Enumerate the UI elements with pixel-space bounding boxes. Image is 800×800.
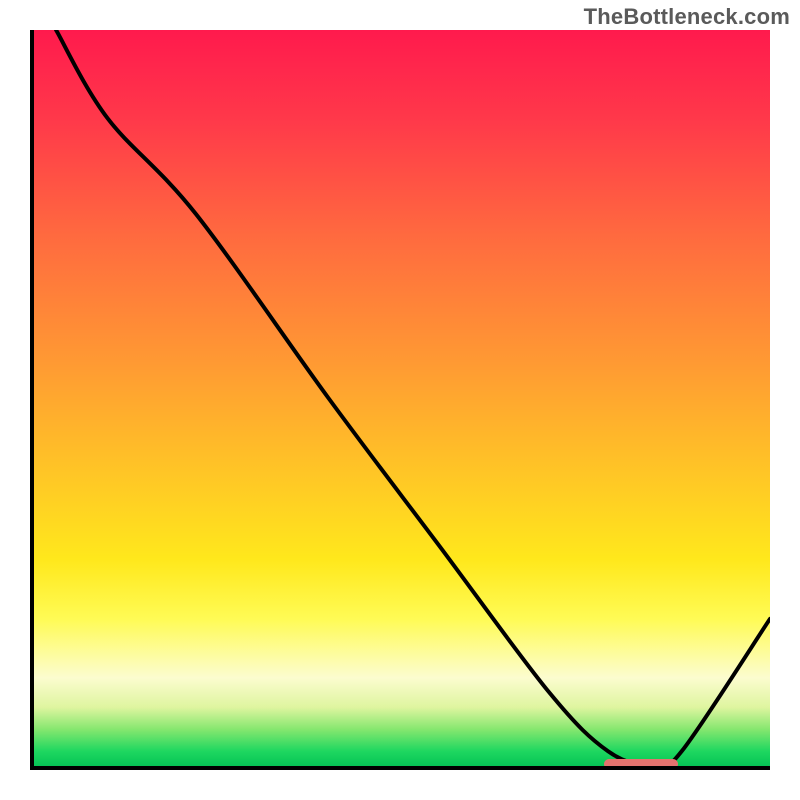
watermark-text: TheBottleneck.com bbox=[584, 4, 790, 30]
bottleneck-curve bbox=[34, 30, 770, 766]
plot-area bbox=[30, 30, 770, 770]
optimal-range-marker bbox=[604, 759, 678, 769]
chart-frame: TheBottleneck.com bbox=[0, 0, 800, 800]
